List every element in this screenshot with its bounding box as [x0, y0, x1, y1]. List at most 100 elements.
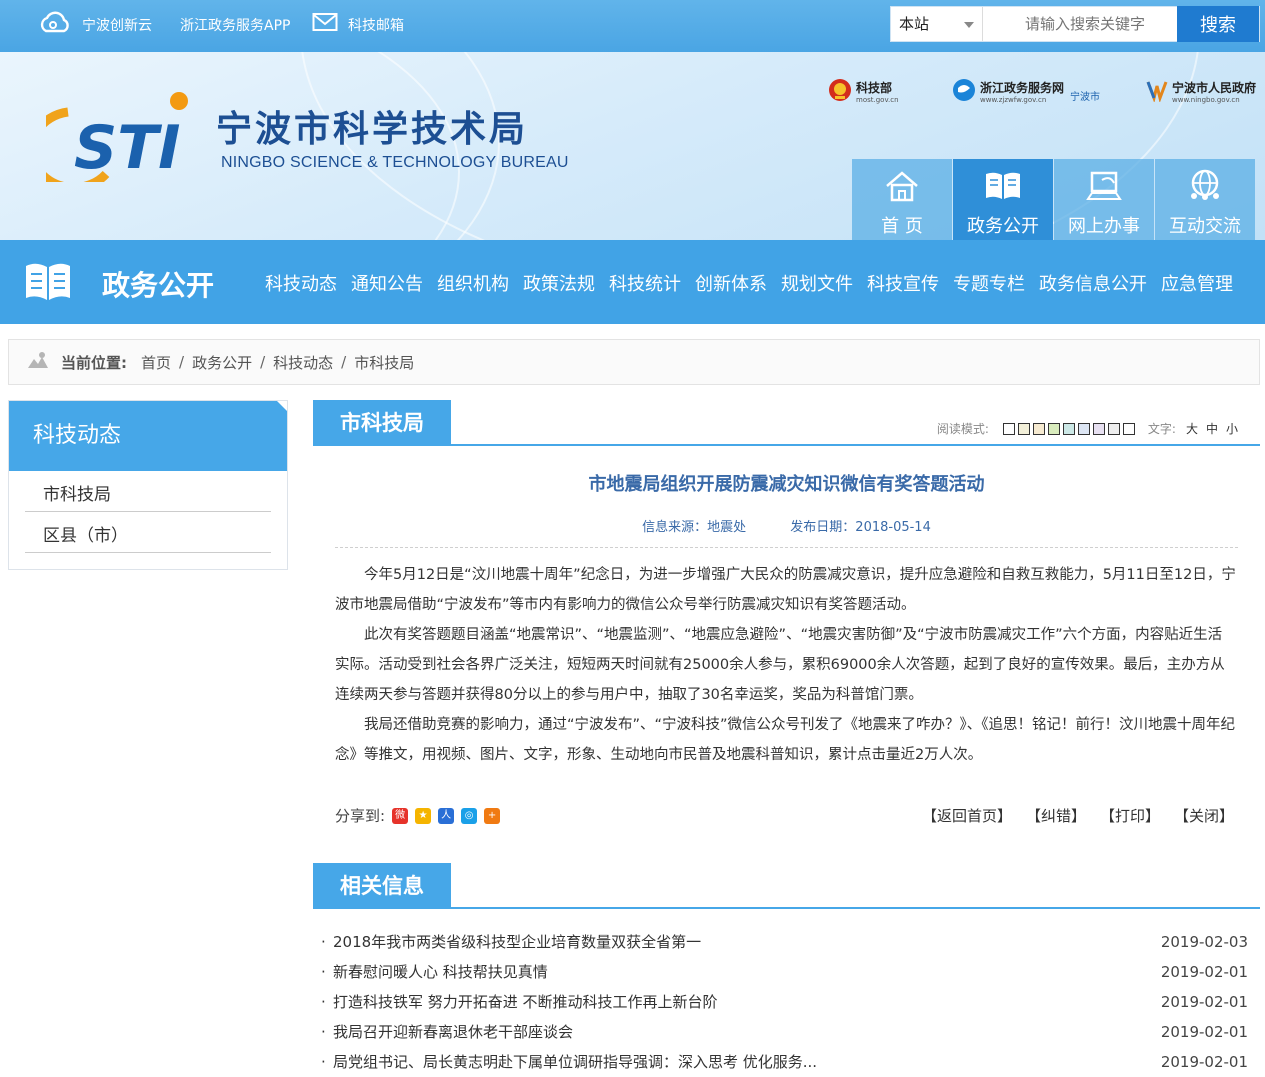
breadcrumb-current[interactable]: 市科技局	[354, 352, 414, 373]
read-mode-swatch[interactable]	[1122, 422, 1135, 435]
globe-people-icon	[1155, 169, 1255, 208]
subnav-item[interactable]: 政策法规	[523, 270, 595, 296]
subnav-item[interactable]: 科技宣传	[867, 270, 939, 296]
article-body: 今年5月12日是“汶川地震十周年”纪念日，为进一步增强广大民众的防震减灾意识，提…	[335, 560, 1236, 770]
site-title: 宁波市科学技术局	[216, 108, 529, 150]
sidebar-item-districts[interactable]: 区县（市）	[25, 512, 271, 553]
innovation-cloud-link[interactable]: 宁波创新云	[38, 11, 152, 38]
main-nav-gov-affairs[interactable]: 政务公开	[953, 159, 1053, 240]
read-mode-label: 阅读模式:	[936, 422, 989, 436]
back-home-button[interactable]: 【返回首页】	[922, 805, 1012, 826]
breadcrumb: 当前位置: 首页 / 政务公开 / 科技动态 / 市科技局	[8, 339, 1260, 385]
font-size-small[interactable]: 小	[1226, 420, 1238, 437]
read-mode-swatch[interactable]	[1002, 422, 1015, 435]
breadcrumb-label: 当前位置:	[61, 353, 127, 372]
list-item[interactable]: 局党组书记、局长黄志明赴下属单位调研指导强调：深入思考 优化服务... 2019-…	[313, 1047, 1260, 1077]
subnav-item[interactable]: 科技统计	[609, 270, 681, 296]
partner-url: most.gov.cn	[856, 96, 899, 104]
breadcrumb-sep: /	[341, 353, 347, 371]
partner-name: 科技部	[856, 81, 893, 95]
innovation-cloud-label: 宁波创新云	[82, 18, 152, 34]
header-banner: STI 宁波市科学技术局 NINGBO SCIENCE & TECHNOLOGY…	[0, 52, 1265, 240]
read-mode-swatch[interactable]	[1107, 422, 1120, 435]
subnav-item[interactable]: 通知公告	[351, 270, 423, 296]
list-item[interactable]: 新春慰问暖人心 科技帮扶见真情 2019-02-01	[313, 957, 1260, 987]
subnav-item[interactable]: 组织机构	[437, 270, 509, 296]
sti-logo[interactable]: STI	[27, 92, 196, 193]
share-bar: 分享到: 微 ★ 人 ◎ +	[335, 805, 501, 826]
font-size-medium[interactable]: 中	[1206, 420, 1218, 437]
subnav-item[interactable]: 专题专栏	[953, 270, 1025, 296]
article-tab: 市科技局	[313, 400, 451, 446]
mail-icon	[312, 12, 338, 40]
share-label: 分享到:	[335, 807, 386, 825]
article-paragraph: 今年5月12日是“汶川地震十周年”纪念日，为进一步增强广大民众的防震减灾意识，提…	[335, 567, 1236, 613]
article-meta: 信息来源：地震处 发布日期：2018-05-14	[313, 516, 1260, 535]
national-emblem-icon	[828, 78, 852, 105]
site-subtitle: NINGBO SCIENCE & TECHNOLOGY BUREAU	[221, 154, 569, 171]
article-panel: 市科技局 阅读模式: 文字: 大 中 小 市地震局组织开展防震减灾知识微信有奖答…	[313, 400, 1260, 1077]
section-nav-bar: 政务公开 科技动态 通知公告 组织机构 政策法规 科技统计 创新体系 规划文件 …	[0, 240, 1265, 324]
partner-link-zjzwfw[interactable]: 浙江政务服务网 www.zjzwfw.gov.cn 宁波市	[952, 78, 1100, 105]
read-mode-swatch[interactable]	[1092, 422, 1105, 435]
related-tab-header: 相关信息	[313, 863, 1260, 909]
subnav-item[interactable]: 科技动态	[265, 270, 337, 296]
partner-link-ningbo-gov[interactable]: 宁波市人民政府 www.ningbo.gov.cn	[1146, 78, 1256, 105]
breadcrumb-tech-news[interactable]: 科技动态	[273, 352, 333, 373]
font-size-large[interactable]: 大	[1186, 420, 1198, 437]
qzone-icon[interactable]: ★	[415, 807, 432, 824]
related-date: 2019-02-01	[1160, 1023, 1248, 1041]
read-mode-swatch[interactable]	[1047, 422, 1060, 435]
partner-name: 宁波市人民政府	[1172, 81, 1257, 95]
sidebar-title: 科技动态	[9, 401, 287, 471]
breadcrumb-home[interactable]: 首页	[141, 352, 171, 373]
search-button[interactable]: 搜索	[1177, 6, 1259, 42]
read-mode-swatch[interactable]	[1017, 422, 1030, 435]
article-tab-header: 市科技局 阅读模式: 文字: 大 中 小	[313, 400, 1260, 446]
list-item[interactable]: 我局召开迎新春离退休老干部座谈会 2019-02-01	[313, 1017, 1260, 1047]
text-size-label: 文字:	[1147, 422, 1176, 436]
print-button[interactable]: 【打印】	[1100, 805, 1160, 826]
chevron-down-icon	[964, 22, 974, 28]
article-title: 市地震局组织开展防震减灾知识微信有奖答题活动	[588, 474, 985, 495]
partner-name: 浙江政务服务网	[980, 81, 1065, 95]
report-error-button[interactable]: 【纠错】	[1026, 805, 1086, 826]
subnav-item[interactable]: 政务信息公开	[1039, 270, 1147, 296]
main-nav-interaction[interactable]: 互动交流	[1155, 159, 1255, 240]
breadcrumb-gov-affairs[interactable]: 政务公开	[192, 352, 252, 373]
partner-region: 宁波市	[1070, 92, 1101, 103]
article-paragraph: 我局还借助竞赛的影响力，通过“宁波发布”、“宁波科技”微信公众号刊发了《地震来了…	[335, 717, 1236, 763]
close-button[interactable]: 【关闭】	[1174, 805, 1234, 826]
zj-service-app-link[interactable]: 浙江政务服务APP	[180, 14, 290, 38]
subnav-item[interactable]: 应急管理	[1161, 270, 1233, 296]
related-title: 打造科技铁军 努力开拓奋进 不断推动科技工作再上新台阶	[333, 993, 718, 1011]
article-actions: 【返回首页】 【纠错】 【打印】 【关闭】	[908, 805, 1234, 826]
search-scope-select[interactable]: 本站	[891, 7, 983, 41]
partner-link-most[interactable]: 科技部 most.gov.cn	[828, 78, 899, 105]
sidebar-item-city-bureau[interactable]: 市科技局	[25, 471, 271, 512]
list-item[interactable]: 2018年我市两类省级科技型企业培育数量双获全省第一 2019-02-03	[313, 927, 1260, 957]
book-icon	[953, 169, 1053, 208]
computer-icon	[1054, 169, 1154, 208]
weibo-icon[interactable]: 微	[392, 807, 409, 824]
related-title: 2018年我市两类省级科技型企业培育数量双获全省第一	[333, 933, 702, 951]
list-item[interactable]: 打造科技铁军 努力开拓奋进 不断推动科技工作再上新台阶 2019-02-01	[313, 987, 1260, 1017]
share-more-icon[interactable]: +	[484, 807, 501, 824]
main-nav-online-services[interactable]: 网上办事	[1054, 159, 1154, 240]
related-info: 相关信息 2018年我市两类省级科技型企业培育数量双获全省第一 2019-02-0…	[313, 863, 1260, 1077]
subnav-item[interactable]: 创新体系	[695, 270, 767, 296]
renren-icon[interactable]: 人	[438, 807, 455, 824]
article-date: 发布日期：2018-05-14	[790, 520, 931, 535]
top-utility-bar: 宁波创新云 浙江政务服务APP 科技邮箱 本站 搜索	[0, 0, 1265, 52]
related-title: 新春慰问暖人心 科技帮扶见真情	[333, 963, 548, 981]
search-input-wrap	[983, 7, 1177, 41]
search-input[interactable]	[983, 7, 1177, 41]
read-mode-swatch[interactable]	[1062, 422, 1075, 435]
search-form: 本站 搜索	[890, 6, 1260, 42]
tech-mail-link[interactable]: 科技邮箱	[312, 12, 404, 40]
read-mode-swatch[interactable]	[1077, 422, 1090, 435]
read-mode-swatch[interactable]	[1032, 422, 1045, 435]
tencent-weibo-icon[interactable]: ◎	[461, 807, 478, 824]
subnav-item[interactable]: 规划文件	[781, 270, 853, 296]
main-nav-home[interactable]: 首 页	[852, 159, 952, 240]
